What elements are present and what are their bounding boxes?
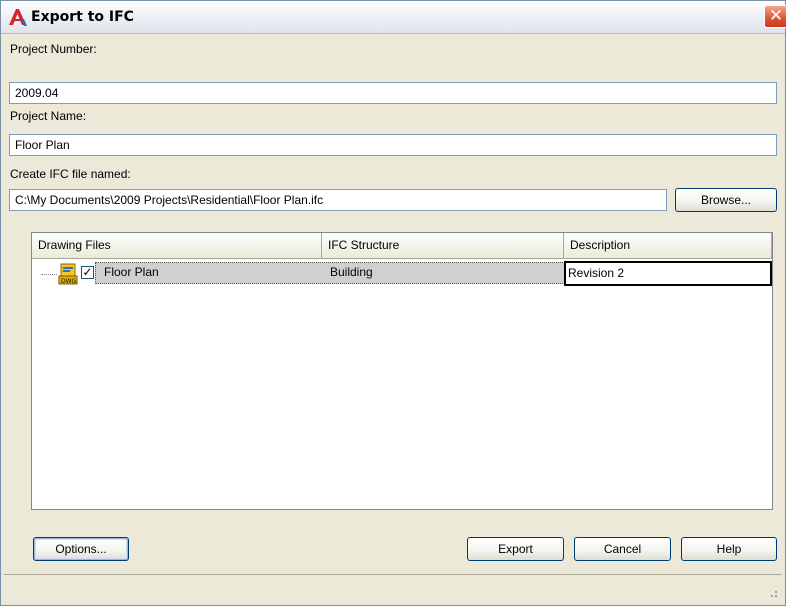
- tree-connector: [41, 274, 57, 275]
- resize-grip-icon[interactable]: [768, 588, 778, 598]
- cancel-button[interactable]: Cancel: [574, 537, 671, 561]
- ifc-structure-cell[interactable]: Building: [330, 265, 373, 279]
- description-field[interactable]: Revision 2: [564, 261, 772, 286]
- autocad-a-icon: [9, 9, 27, 26]
- check-icon: ✓: [82, 265, 93, 279]
- browse-button[interactable]: Browse...: [675, 188, 777, 212]
- project-name-label: Project Name:: [10, 109, 87, 123]
- drawing-files-list[interactable]: Drawing Files IFC Structure Description …: [31, 232, 773, 510]
- project-name-input[interactable]: Floor Plan: [9, 134, 777, 156]
- floor-plan-checkbox[interactable]: ✓: [81, 266, 94, 279]
- options-button[interactable]: Options...: [33, 537, 129, 561]
- ifc-file-path-input[interactable]: C:\My Documents\2009 Projects\Residentia…: [9, 189, 667, 211]
- close-icon: ✕: [768, 6, 784, 26]
- dwg-file-icon: DWG: [58, 263, 78, 285]
- project-number-label: Project Number:: [10, 42, 97, 56]
- ifc-file-label: Create IFC file named:: [10, 167, 131, 181]
- project-number-input[interactable]: 2009.04: [9, 82, 777, 104]
- export-button[interactable]: Export: [467, 537, 564, 561]
- column-header-description[interactable]: Description: [564, 233, 772, 259]
- close-button[interactable]: ✕: [764, 5, 786, 28]
- window-title: Export to IFC: [31, 9, 134, 25]
- export-to-ifc-dialog: Export to IFC ✕ Project Number: 2009.04 …: [0, 0, 786, 606]
- column-header-drawing-files[interactable]: Drawing Files: [32, 233, 322, 259]
- help-button[interactable]: Help: [681, 537, 777, 561]
- status-bar: [4, 574, 782, 602]
- column-header-ifc-structure[interactable]: IFC Structure: [322, 233, 564, 259]
- svg-text:DWG: DWG: [61, 278, 77, 285]
- title-bar[interactable]: Export to IFC ✕: [1, 1, 786, 34]
- drawing-file-name: Floor Plan: [104, 265, 159, 279]
